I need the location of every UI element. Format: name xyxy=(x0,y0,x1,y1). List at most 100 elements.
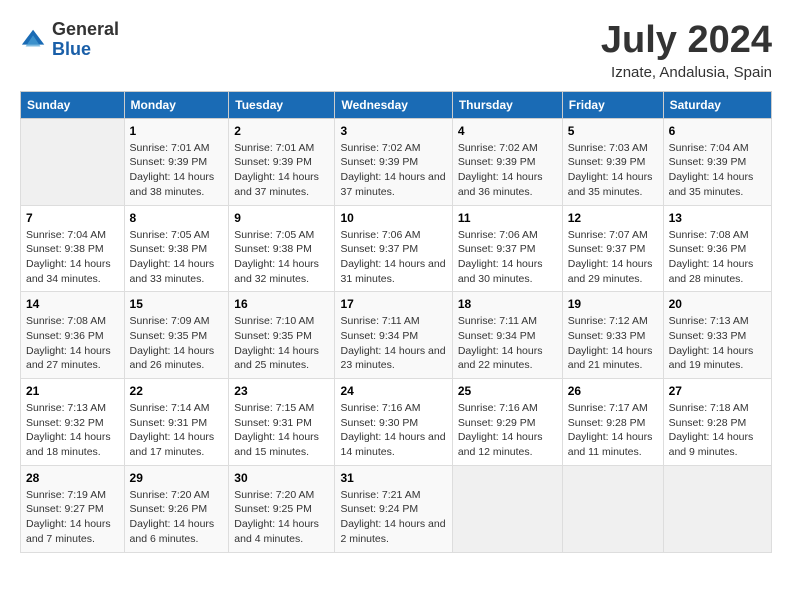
day-info: Sunrise: 7:14 AMSunset: 9:31 PMDaylight:… xyxy=(130,401,224,460)
day-info: Sunrise: 7:09 AMSunset: 9:35 PMDaylight:… xyxy=(130,314,224,373)
calendar-cell: 11Sunrise: 7:06 AMSunset: 9:37 PMDayligh… xyxy=(452,205,562,292)
sunrise-text: Sunrise: 7:04 AM xyxy=(26,228,119,243)
daylight-text: Daylight: 14 hours and 15 minutes. xyxy=(234,430,329,459)
calendar-cell: 17Sunrise: 7:11 AMSunset: 9:34 PMDayligh… xyxy=(335,292,452,379)
day-number: 19 xyxy=(568,297,658,311)
day-info: Sunrise: 7:13 AMSunset: 9:32 PMDaylight:… xyxy=(26,401,119,460)
sunrise-text: Sunrise: 7:08 AM xyxy=(669,228,766,243)
calendar-week-row: 21 Sunrise: 7:13 AMSunset: 9:32 PMDayligh… xyxy=(21,379,772,466)
calendar-cell: 16Sunrise: 7:10 AMSunset: 9:35 PMDayligh… xyxy=(229,292,335,379)
daylight-text: Daylight: 14 hours and 22 minutes. xyxy=(458,344,557,373)
day-number: 28 xyxy=(26,471,119,485)
daylight-text: Daylight: 14 hours and 4 minutes. xyxy=(234,517,329,546)
sunset-text: Sunset: 9:35 PM xyxy=(130,329,224,344)
calendar-cell: 10Sunrise: 7:06 AMSunset: 9:37 PMDayligh… xyxy=(335,205,452,292)
daylight-text: Daylight: 14 hours and 29 minutes. xyxy=(568,257,658,286)
header-day: Sunday xyxy=(21,91,125,118)
sunrise-text: Sunrise: 7:05 AM xyxy=(130,228,224,243)
sunset-text: Sunset: 9:30 PM xyxy=(340,416,446,431)
sunset-text: Sunset: 9:24 PM xyxy=(340,502,446,517)
sunrise-text: Sunrise: 7:18 AM xyxy=(669,401,766,416)
sunset-text: Sunset: 9:39 PM xyxy=(568,155,658,170)
logo-line2: Blue xyxy=(52,40,119,60)
calendar-week-row: 14 Sunrise: 7:08 AMSunset: 9:36 PMDayligh… xyxy=(21,292,772,379)
day-info: Sunrise: 7:01 AMSunset: 9:39 PMDaylight:… xyxy=(130,141,224,200)
calendar-cell: 25Sunrise: 7:16 AMSunset: 9:29 PMDayligh… xyxy=(452,379,562,466)
day-number: 7 xyxy=(26,211,119,225)
sunset-text: Sunset: 9:39 PM xyxy=(130,155,224,170)
daylight-text: Daylight: 14 hours and 12 minutes. xyxy=(458,430,557,459)
calendar-cell: 23Sunrise: 7:15 AMSunset: 9:31 PMDayligh… xyxy=(229,379,335,466)
sunrise-text: Sunrise: 7:01 AM xyxy=(130,141,224,156)
day-number: 4 xyxy=(458,124,557,138)
daylight-text: Daylight: 14 hours and 23 minutes. xyxy=(340,344,446,373)
day-number: 2 xyxy=(234,124,329,138)
day-info: Sunrise: 7:03 AMSunset: 9:39 PMDaylight:… xyxy=(568,141,658,200)
day-number: 16 xyxy=(234,297,329,311)
day-info: Sunrise: 7:21 AMSunset: 9:24 PMDaylight:… xyxy=(340,488,446,547)
calendar-cell: 30 Sunrise: 7:20 AMSunset: 9:25 PMDayligh… xyxy=(229,465,335,552)
daylight-text: Daylight: 14 hours and 35 minutes. xyxy=(568,170,658,199)
sunset-text: Sunset: 9:36 PM xyxy=(26,329,119,344)
day-number: 23 xyxy=(234,384,329,398)
calendar-cell xyxy=(663,465,771,552)
header-row: SundayMondayTuesdayWednesdayThursdayFrid… xyxy=(21,91,772,118)
sunrise-text: Sunrise: 7:15 AM xyxy=(234,401,329,416)
day-number: 30 xyxy=(234,471,329,485)
logo: General Blue xyxy=(20,20,119,60)
day-number: 15 xyxy=(130,297,224,311)
daylight-text: Daylight: 14 hours and 18 minutes. xyxy=(26,430,119,459)
calendar-cell: 4Sunrise: 7:02 AMSunset: 9:39 PMDaylight… xyxy=(452,118,562,205)
sunrise-text: Sunrise: 7:16 AM xyxy=(340,401,446,416)
daylight-text: Daylight: 14 hours and 11 minutes. xyxy=(568,430,658,459)
day-number: 14 xyxy=(26,297,119,311)
sunset-text: Sunset: 9:37 PM xyxy=(568,242,658,257)
day-info: Sunrise: 7:04 AMSunset: 9:38 PMDaylight:… xyxy=(26,228,119,287)
daylight-text: Daylight: 14 hours and 30 minutes. xyxy=(458,257,557,286)
calendar-cell: 14 Sunrise: 7:08 AMSunset: 9:36 PMDayligh… xyxy=(21,292,125,379)
day-number: 3 xyxy=(340,124,446,138)
daylight-text: Daylight: 14 hours and 38 minutes. xyxy=(130,170,224,199)
day-number: 13 xyxy=(669,211,766,225)
day-info: Sunrise: 7:17 AMSunset: 9:28 PMDaylight:… xyxy=(568,401,658,460)
daylight-text: Daylight: 14 hours and 26 minutes. xyxy=(130,344,224,373)
day-info: Sunrise: 7:20 AMSunset: 9:25 PMDaylight:… xyxy=(234,488,329,547)
calendar-cell xyxy=(452,465,562,552)
sunset-text: Sunset: 9:26 PM xyxy=(130,502,224,517)
day-number: 1 xyxy=(130,124,224,138)
calendar-cell: 13 Sunrise: 7:08 AMSunset: 9:36 PMDayligh… xyxy=(663,205,771,292)
sunset-text: Sunset: 9:31 PM xyxy=(130,416,224,431)
daylight-text: Daylight: 14 hours and 32 minutes. xyxy=(234,257,329,286)
calendar-cell: 3 Sunrise: 7:02 AMSunset: 9:39 PMDaylight… xyxy=(335,118,452,205)
calendar-cell: 12Sunrise: 7:07 AMSunset: 9:37 PMDayligh… xyxy=(562,205,663,292)
sunrise-text: Sunrise: 7:06 AM xyxy=(458,228,557,243)
calendar-cell: 9Sunrise: 7:05 AMSunset: 9:38 PMDaylight… xyxy=(229,205,335,292)
calendar-week-row: 1Sunrise: 7:01 AMSunset: 9:39 PMDaylight… xyxy=(21,118,772,205)
calendar-cell: 26Sunrise: 7:17 AMSunset: 9:28 PMDayligh… xyxy=(562,379,663,466)
sunrise-text: Sunrise: 7:10 AM xyxy=(234,314,329,329)
sunrise-text: Sunrise: 7:06 AM xyxy=(340,228,446,243)
day-info: Sunrise: 7:11 AMSunset: 9:34 PMDaylight:… xyxy=(458,314,557,373)
day-number: 21 xyxy=(26,384,119,398)
day-number: 6 xyxy=(669,124,766,138)
sunrise-text: Sunrise: 7:01 AM xyxy=(234,141,329,156)
day-info: Sunrise: 7:19 AMSunset: 9:27 PMDaylight:… xyxy=(26,488,119,547)
sunset-text: Sunset: 9:39 PM xyxy=(340,155,446,170)
sunrise-text: Sunrise: 7:04 AM xyxy=(669,141,766,156)
day-info: Sunrise: 7:08 AMSunset: 9:36 PMDaylight:… xyxy=(26,314,119,373)
header-day: Friday xyxy=(562,91,663,118)
calendar-cell xyxy=(21,118,125,205)
day-info: Sunrise: 7:18 AMSunset: 9:28 PMDaylight:… xyxy=(669,401,766,460)
calendar-cell: 7 Sunrise: 7:04 AMSunset: 9:38 PMDaylight… xyxy=(21,205,125,292)
daylight-text: Daylight: 14 hours and 6 minutes. xyxy=(130,517,224,546)
day-info: Sunrise: 7:08 AMSunset: 9:36 PMDaylight:… xyxy=(669,228,766,287)
daylight-text: Daylight: 14 hours and 17 minutes. xyxy=(130,430,224,459)
day-info: Sunrise: 7:02 AMSunset: 9:39 PMDaylight:… xyxy=(340,141,446,200)
day-number: 24 xyxy=(340,384,446,398)
daylight-text: Daylight: 14 hours and 9 minutes. xyxy=(669,430,766,459)
daylight-text: Daylight: 14 hours and 37 minutes. xyxy=(340,170,446,199)
day-info: Sunrise: 7:05 AMSunset: 9:38 PMDaylight:… xyxy=(234,228,329,287)
sunset-text: Sunset: 9:32 PM xyxy=(26,416,119,431)
calendar-body: 1Sunrise: 7:01 AMSunset: 9:39 PMDaylight… xyxy=(21,118,772,552)
daylight-text: Daylight: 14 hours and 33 minutes. xyxy=(130,257,224,286)
